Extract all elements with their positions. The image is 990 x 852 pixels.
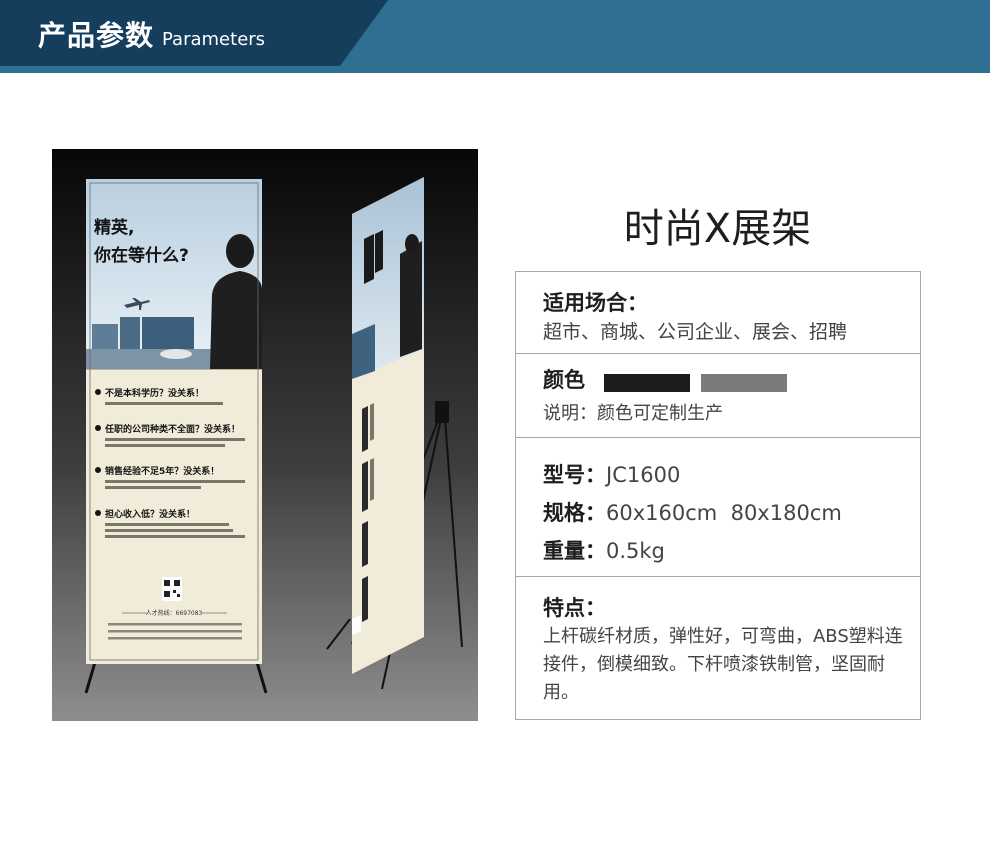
poster-bullet-1: 不是本科学历？没关系！	[95, 387, 223, 405]
weight-label: 重量：	[543, 539, 606, 563]
spec-row-occasion: 适用场合： 超市、商城、公司企业、展会、招聘	[516, 272, 920, 354]
x-banner-illustration: 精英, 你在等什么? 不是本科学历？没关系！ 任职的公司种类不全面？没关系！ 销…	[52, 149, 478, 721]
poster-bullet-title: 担心收入低？没关系！	[105, 508, 195, 520]
poster-bullet-title: 不是本科学历？没关系！	[105, 387, 204, 399]
spec-row-color: 颜色 说明：颜色可定制生产	[516, 354, 920, 438]
poster-bullet-title: 任职的公司种类不全面？没关系！	[104, 423, 240, 435]
product-name: 时尚X展架	[623, 206, 812, 252]
occasion-value: 超市、商城、公司企业、展会、招聘	[543, 321, 848, 343]
color-label: 颜色	[543, 368, 585, 392]
poster-headline-2: 你在等什么?	[93, 245, 189, 266]
color-swatch-black	[604, 373, 691, 392]
section-title: 产品参数 Parameters	[38, 14, 265, 54]
product-photo: 精英, 你在等什么? 不是本科学历？没关系！ 任职的公司种类不全面？没关系！ 销…	[52, 149, 478, 721]
size-line: 规格：60x160cm 80x180cm	[543, 497, 842, 527]
qr-code-icon	[162, 577, 182, 601]
poster-bullet-title: 销售经验不足5年？没关系！	[105, 465, 219, 477]
size-label: 规格：	[543, 501, 606, 525]
section-title-cn: 产品参数	[38, 19, 155, 52]
occasion-label: 适用场合：	[543, 291, 648, 315]
features-label: 特点：	[543, 596, 606, 620]
model-line: 型号：JC1600	[543, 459, 680, 489]
spec-table: 适用场合： 超市、商城、公司企业、展会、招聘 颜色 说明：颜色可定制生产 型号：…	[515, 271, 921, 720]
poster-headline-1: 精英,	[94, 217, 134, 238]
weight-value: 0.5kg	[606, 539, 665, 563]
size-value: 60x160cm 80x180cm	[606, 501, 842, 525]
spec-row-dimensions: 型号：JC1600 规格：60x160cm 80x180cm 重量：0.5kg	[516, 438, 920, 577]
section-title-en: Parameters	[162, 29, 266, 50]
features-value: 上杆碳纤材质，弹性好，可弯曲，ABS塑料连接件，倒模细致。下杆喷漆铁制管，坚固耐…	[543, 626, 903, 703]
weight-line: 重量：0.5kg	[543, 535, 665, 565]
color-line: 颜色	[543, 364, 788, 394]
spec-row-features: 特点： 上杆碳纤材质，弹性好，可弯曲，ABS塑料连接件，倒模细致。下杆喷漆铁制管…	[516, 577, 920, 719]
poster-hotline: 人才热线：6697083	[146, 609, 203, 617]
model-label: 型号：	[543, 463, 606, 487]
color-swatch-gray	[701, 373, 788, 392]
header-banner: 产品参数 Parameters	[0, 0, 990, 73]
model-value: JC1600	[606, 463, 681, 487]
color-note: 说明：颜色可定制生产	[543, 403, 723, 424]
